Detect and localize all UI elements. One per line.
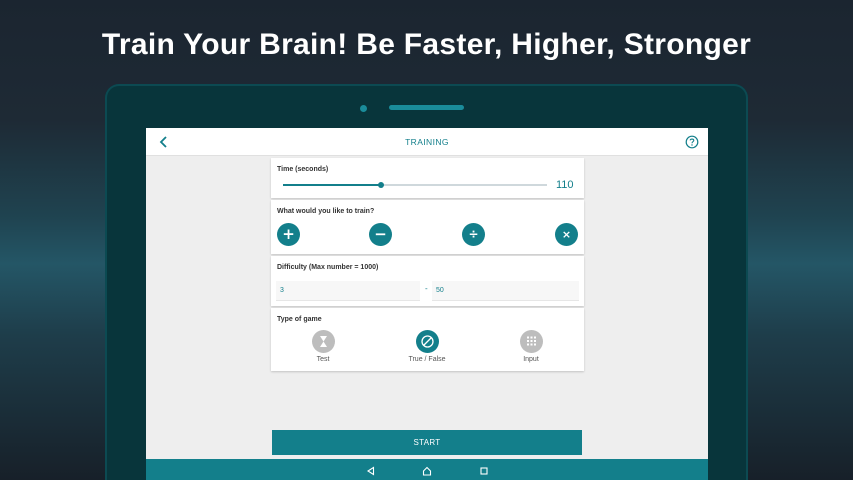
nav-back-icon[interactable] [365,464,377,476]
tablet-camera [360,105,367,112]
time-slider-fill [283,184,381,186]
minus-button[interactable]: − [369,223,392,246]
difficulty-label: Difficulty (Max number = 1000) [277,264,379,271]
nav-home-icon[interactable] [421,464,433,476]
true-false-icon [415,330,439,353]
nav-recents-icon[interactable] [478,464,490,476]
multiply-button[interactable]: × [555,223,578,246]
plus-button[interactable]: + [277,223,300,246]
time-label: Time (seconds) [277,166,329,173]
app-screen: TRAINING Time (seconds) 110 What would y… [146,128,708,480]
time-value: 110 [556,179,574,191]
tablet-speaker [389,105,464,110]
hourglass-icon [311,330,335,353]
mode-input-label: Input [523,356,539,363]
mode-test-label: Test [316,356,330,363]
time-card: Time (seconds) 110 [271,158,584,198]
game-type-card: Type of game Test True / False Input [271,308,584,371]
start-button[interactable]: START [272,430,582,455]
operations-card: What would you like to train? + − ÷ × [271,200,584,254]
operations-label: What would you like to train? [277,208,375,215]
minus-icon: − [374,225,387,243]
divide-button[interactable]: ÷ [462,223,485,246]
divide-icon: ÷ [468,227,479,241]
keypad-icon [519,330,543,353]
mode-true-false[interactable]: True / False [397,330,457,363]
game-type-label: Type of game [277,316,322,323]
min-number-field[interactable]: 3 [276,281,420,301]
app-bar: TRAINING [146,128,708,156]
mode-input[interactable]: Input [501,330,561,363]
mode-test[interactable]: Test [293,330,353,363]
plus-icon: + [282,225,295,243]
tablet-frame: TRAINING Time (seconds) 110 What would y… [105,84,748,480]
promo-headline: Train Your Brain! Be Faster, Higher, Str… [101,28,752,61]
multiply-icon: × [561,228,572,241]
time-slider[interactable] [283,182,547,188]
difficulty-card: Difficulty (Max number = 1000) 3 - 50 [271,256,584,306]
android-nav-bar [146,459,708,480]
page-title: TRAINING [405,137,449,147]
range-separator: - [425,284,428,293]
mode-true-false-label: True / False [408,356,446,363]
time-slider-thumb[interactable] [377,182,384,188]
max-number-field[interactable]: 50 [432,281,579,301]
help-icon[interactable] [685,135,699,149]
